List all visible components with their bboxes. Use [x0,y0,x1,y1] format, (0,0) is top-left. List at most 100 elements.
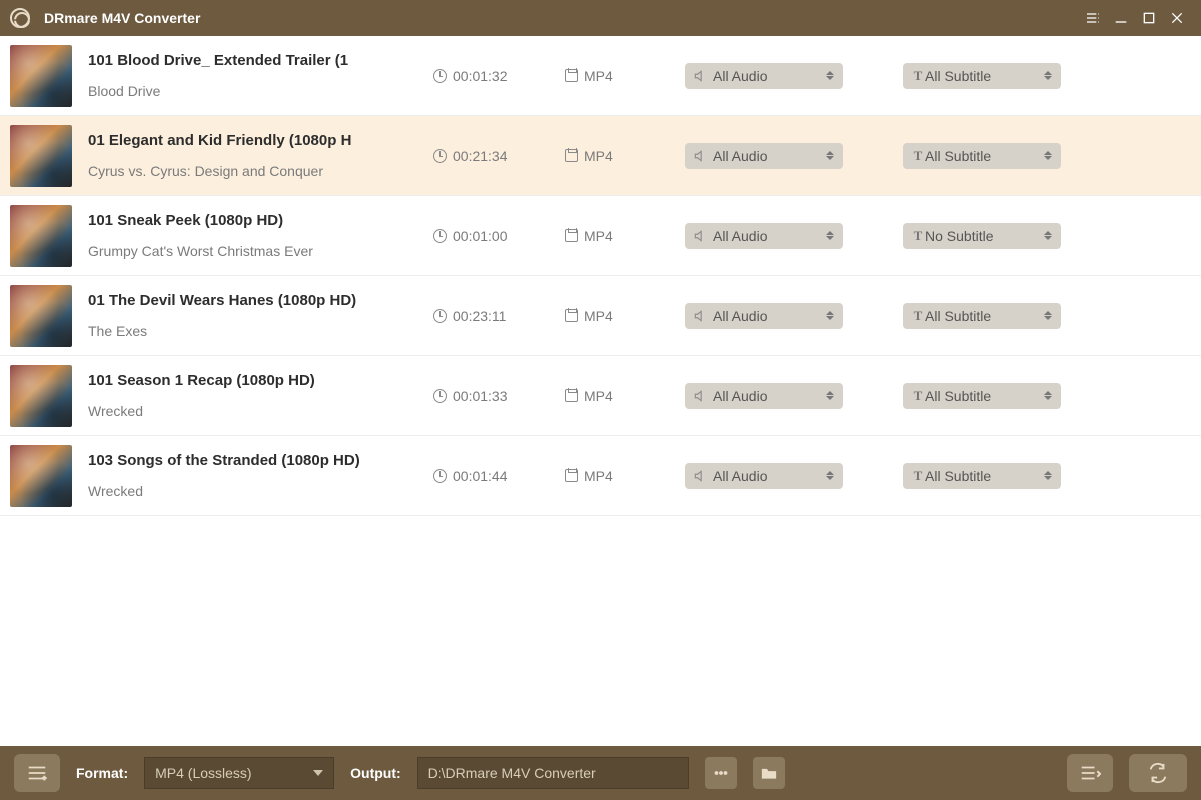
text-icon: T [911,468,925,484]
list-item[interactable]: 101 Blood Drive_ Extended Trailer (1 Bloo… [0,36,1201,116]
speaker-icon [693,469,707,483]
open-folder-button[interactable] [753,757,785,789]
speaker-icon [693,229,707,243]
maximize-button[interactable] [1135,4,1163,32]
subtitle-value: All Subtitle [925,468,1041,484]
browse-more-button[interactable] [705,757,737,789]
item-info: 101 Season 1 Recap (1080p HD)Wrecked [88,372,433,419]
item-title: 101 Season 1 Recap (1080p HD) [88,372,433,389]
subtitle-select[interactable]: TAll Subtitle [903,63,1061,89]
speaker-icon [693,309,707,323]
list-item[interactable]: 01 The Devil Wears Hanes (1080p HD)The E… [0,276,1201,356]
format-select[interactable]: MP4 (Lossless) [144,757,334,789]
item-duration: 00:01:44 [433,468,565,484]
item-subtitle: Grumpy Cat's Worst Christmas Ever [88,243,433,259]
format-value: MP4 (Lossless) [155,765,251,781]
item-duration: 00:01:32 [433,68,565,84]
text-icon: T [911,388,925,404]
video-list: 101 Blood Drive_ Extended Trailer (1 Bloo… [0,36,1201,746]
list-item[interactable]: 101 Sneak Peek (1080p HD) Grumpy Cat's Wo… [0,196,1201,276]
speaker-icon [693,389,707,403]
convert-button[interactable] [1129,754,1187,792]
audio-value: All Audio [713,468,823,484]
list-item[interactable]: 101 Season 1 Recap (1080p HD)Wrecked00:0… [0,356,1201,436]
item-title: 101 Blood Drive_ Extended Trailer (1 [88,52,433,69]
footer-bar: Format: MP4 (Lossless) Output: D:\DRmare… [0,746,1201,800]
chevron-down-icon [313,770,323,776]
output-path-field[interactable]: D:\DRmare M4V Converter [417,757,689,789]
list-item[interactable]: 01 Elegant and Kid Friendly (1080p HCyru… [0,116,1201,196]
add-files-button[interactable] [14,754,60,792]
item-format: MP4 [565,148,685,164]
item-title: 103 Songs of the Stranded (1080p HD) [88,452,433,469]
app-title: DRmare M4V Converter [44,10,200,26]
subtitle-value: All Subtitle [925,308,1041,324]
item-format: MP4 [565,308,685,324]
audio-select[interactable]: All Audio [685,303,843,329]
audio-select[interactable]: All Audio [685,383,843,409]
item-format: MP4 [565,388,685,404]
text-icon: T [911,308,925,324]
queue-button[interactable] [1067,754,1113,792]
item-duration: 00:01:00 [433,228,565,244]
disk-icon [565,389,578,402]
item-subtitle: The Exes [88,323,433,339]
item-duration: 00:21:34 [433,148,565,164]
titlebar: DRmare M4V Converter [0,0,1201,36]
clock-icon [433,389,447,403]
menu-button[interactable] [1079,4,1107,32]
clock-icon [433,229,447,243]
chevron-updown-icon [823,471,837,480]
minimize-button[interactable] [1107,4,1135,32]
app-logo-icon [10,8,30,28]
thumbnail [10,45,72,107]
subtitle-select[interactable]: TAll Subtitle [903,143,1061,169]
disk-icon [565,69,578,82]
disk-icon [565,309,578,322]
disk-icon [565,229,578,242]
subtitle-value: No Subtitle [925,228,1041,244]
audio-value: All Audio [713,228,823,244]
item-duration: 00:23:11 [433,308,565,324]
close-button[interactable] [1163,4,1191,32]
audio-value: All Audio [713,388,823,404]
clock-icon [433,469,447,483]
item-info: 103 Songs of the Stranded (1080p HD)Wrec… [88,452,433,499]
item-format: MP4 [565,468,685,484]
chevron-updown-icon [823,151,837,160]
subtitle-select[interactable]: TAll Subtitle [903,463,1061,489]
audio-value: All Audio [713,148,823,164]
text-icon: T [911,228,925,244]
chevron-updown-icon [1041,71,1055,80]
item-duration: 00:01:33 [433,388,565,404]
audio-select[interactable]: All Audio [685,463,843,489]
item-format: MP4 [565,228,685,244]
item-info: 101 Sneak Peek (1080p HD) Grumpy Cat's Wo… [88,212,433,259]
item-info: 01 Elegant and Kid Friendly (1080p HCyru… [88,132,433,179]
thumbnail [10,125,72,187]
item-subtitle: Blood Drive [88,83,433,99]
output-path-text: D:\DRmare M4V Converter [428,765,596,781]
speaker-icon [693,69,707,83]
clock-icon [433,69,447,83]
chevron-updown-icon [823,71,837,80]
audio-value: All Audio [713,308,823,324]
list-item[interactable]: 103 Songs of the Stranded (1080p HD)Wrec… [0,436,1201,516]
subtitle-select[interactable]: TAll Subtitle [903,383,1061,409]
format-label: Format: [76,765,128,781]
clock-icon [433,149,447,163]
subtitle-value: All Subtitle [925,388,1041,404]
subtitle-select[interactable]: TAll Subtitle [903,303,1061,329]
audio-select[interactable]: All Audio [685,63,843,89]
speaker-icon [693,149,707,163]
item-subtitle: Cyrus vs. Cyrus: Design and Conquer [88,163,433,179]
item-title: 101 Sneak Peek (1080p HD) [88,212,433,229]
output-label: Output: [350,765,401,781]
thumbnail [10,285,72,347]
audio-select[interactable]: All Audio [685,143,843,169]
audio-select[interactable]: All Audio [685,223,843,249]
subtitle-value: All Subtitle [925,68,1041,84]
thumbnail [10,365,72,427]
item-info: 01 The Devil Wears Hanes (1080p HD)The E… [88,292,433,339]
subtitle-select[interactable]: TNo Subtitle [903,223,1061,249]
